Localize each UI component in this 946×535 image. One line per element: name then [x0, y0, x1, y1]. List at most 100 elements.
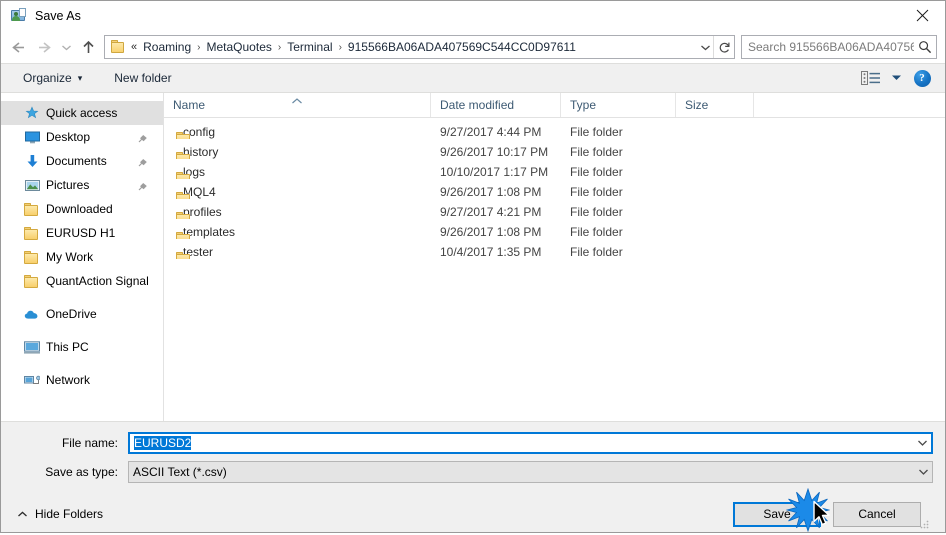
sidebar-item-documents[interactable]: Documents [1, 149, 163, 173]
column-headers: Name Date modified Type Size [164, 93, 945, 118]
column-header-type[interactable]: Type [561, 93, 676, 117]
view-options-icon[interactable] [857, 67, 885, 89]
sidebar-item-label: My Work [46, 250, 94, 264]
back-icon[interactable] [5, 34, 31, 60]
chevron-up-icon [17, 507, 28, 521]
close-icon[interactable] [899, 1, 945, 30]
save-form: File name: EURUSD2 Save as type: ASCII T… [1, 421, 945, 532]
chevron-down-icon[interactable] [914, 468, 932, 476]
table-row[interactable]: templates 9/26/2017 1:08 PM File folder [164, 222, 945, 242]
up-icon[interactable] [75, 34, 101, 60]
file-date-cell: 9/26/2017 1:08 PM [440, 185, 542, 199]
file-type-cell: File folder [570, 225, 623, 239]
cancel-button[interactable]: Cancel [833, 501, 921, 527]
column-header-date-modified[interactable]: Date modified [431, 93, 561, 117]
file-name-label: File name: [61, 436, 118, 450]
sidebar-item-label: Downloaded [46, 202, 113, 216]
file-list-pane: Name Date modified Type Size config 9/27… [164, 93, 945, 421]
documents-download-icon [23, 153, 41, 169]
save-as-type-label: Save as type: [45, 465, 118, 479]
sidebar-item-label: EURUSD H1 [46, 226, 116, 240]
breadcrumb-separator-icon[interactable]: › [195, 42, 202, 53]
column-header-label: Date modified [440, 98, 515, 112]
file-type-cell: File folder [570, 245, 623, 259]
navigation-pane: Quick access Desktop Documents Pictures … [1, 93, 164, 421]
save-button[interactable]: Save [733, 501, 821, 527]
column-header-label: Name [173, 98, 206, 112]
breadcrumb-item-terminal[interactable]: Terminal [283, 38, 336, 56]
star-icon [23, 105, 41, 121]
save-as-type-value: ASCII Text (*.csv) [133, 465, 227, 479]
file-name-cell: tester [164, 245, 431, 259]
breadcrumb-item-roaming[interactable]: Roaming [139, 38, 195, 56]
sidebar-item-onedrive[interactable]: OneDrive [1, 302, 163, 326]
save-as-type-row: Save as type: ASCII Text (*.csv) [13, 461, 933, 483]
resize-grip[interactable] [918, 519, 930, 531]
sidebar-item-my-work[interactable]: My Work [1, 245, 163, 269]
table-row[interactable]: history 9/26/2017 10:17 PM File folder [164, 142, 945, 162]
breadcrumb-item-guid[interactable]: 915566BA06ADA407569C544CC0D97611 [344, 38, 580, 56]
folder-icon [23, 249, 41, 265]
search-icon[interactable] [914, 40, 936, 54]
breadcrumb-chevron-down-icon[interactable] [697, 43, 713, 52]
breadcrumb-separator-icon[interactable]: › [337, 42, 344, 53]
breadcrumb-separator-icon[interactable]: › [276, 42, 283, 53]
cancel-button-label: Cancel [858, 507, 896, 521]
file-name-cell: logs [164, 165, 431, 179]
file-date-cell: 9/27/2017 4:44 PM [440, 125, 542, 139]
file-name-row: File name: EURUSD2 [13, 432, 933, 454]
onedrive-cloud-icon [23, 306, 41, 322]
sidebar-item-quantaction-signal[interactable]: QuantAction Signal [1, 269, 163, 293]
column-header-size[interactable]: Size [676, 93, 754, 117]
table-row[interactable]: tester 10/4/2017 1:35 PM File folder [164, 242, 945, 262]
folder-icon [23, 225, 41, 241]
desktop-icon [23, 129, 41, 145]
hide-folders-button[interactable]: Hide Folders [13, 507, 103, 521]
file-name-label: templates [183, 225, 236, 239]
address-bar-row: « Roaming › MetaQuotes › Terminal › 9155… [1, 31, 945, 63]
sidebar-item-eurusd-h1[interactable]: EURUSD H1 [1, 221, 163, 245]
save-as-type-select[interactable]: ASCII Text (*.csv) [128, 461, 933, 483]
breadcrumb-overflow[interactable]: « [131, 41, 139, 53]
table-row[interactable]: config 9/27/2017 4:44 PM File folder [164, 122, 945, 142]
help-button[interactable]: ? [907, 66, 937, 90]
pin-icon[interactable] [138, 132, 149, 143]
sidebar-item-network[interactable]: Network [1, 368, 163, 392]
breadcrumb-bar[interactable]: « Roaming › MetaQuotes › Terminal › 9155… [104, 35, 735, 59]
folder-icon [23, 201, 41, 217]
organize-button[interactable]: Organize ▾ [15, 68, 90, 88]
pin-icon[interactable] [138, 180, 149, 191]
dialog-actions: Hide Folders Save Cancel [13, 490, 933, 532]
save-as-folder-person-icon [10, 8, 26, 24]
table-row[interactable]: MQL4 9/26/2017 1:08 PM File folder [164, 182, 945, 202]
file-name-value-wrap: EURUSD2 [130, 436, 913, 450]
refresh-icon[interactable] [713, 36, 734, 58]
sidebar-item-quick-access[interactable]: Quick access [1, 101, 163, 125]
table-row[interactable]: logs 10/10/2017 1:17 PM File folder [164, 162, 945, 182]
column-header-filler [754, 93, 945, 117]
sidebar-item-downloaded[interactable]: Downloaded [1, 197, 163, 221]
view-chevron-down-icon[interactable] [887, 67, 905, 89]
save-as-dialog: Save As « Roaming › MetaQuotes › Termina… [0, 0, 946, 533]
pin-icon[interactable] [138, 156, 149, 167]
recent-locations-chevron-down-icon[interactable] [57, 34, 75, 60]
sidebar-item-label: Desktop [46, 130, 91, 144]
file-name-cell: MQL4 [164, 185, 431, 199]
sidebar-item-label: Pictures [46, 178, 90, 192]
sidebar-item-this-pc[interactable]: This PC [1, 335, 163, 359]
new-folder-button[interactable]: New folder [106, 68, 179, 88]
sidebar-item-desktop[interactable]: Desktop [1, 125, 163, 149]
search-input[interactable]: Search 915566BA06ADA40756... [741, 35, 937, 59]
breadcrumb-item-metaquotes[interactable]: MetaQuotes [203, 38, 276, 56]
sort-ascending-icon [292, 93, 303, 107]
sidebar-item-pictures[interactable]: Pictures [1, 173, 163, 197]
table-row[interactable]: profiles 9/27/2017 4:21 PM File folder [164, 202, 945, 222]
forward-icon[interactable] [31, 34, 57, 60]
chevron-down-icon[interactable] [913, 439, 931, 447]
column-header-name[interactable]: Name [164, 93, 431, 117]
command-toolbar: Organize ▾ New folder ? [1, 63, 945, 93]
file-name-input[interactable]: EURUSD2 [128, 432, 933, 454]
sidebar-item-label: This PC [46, 340, 89, 354]
